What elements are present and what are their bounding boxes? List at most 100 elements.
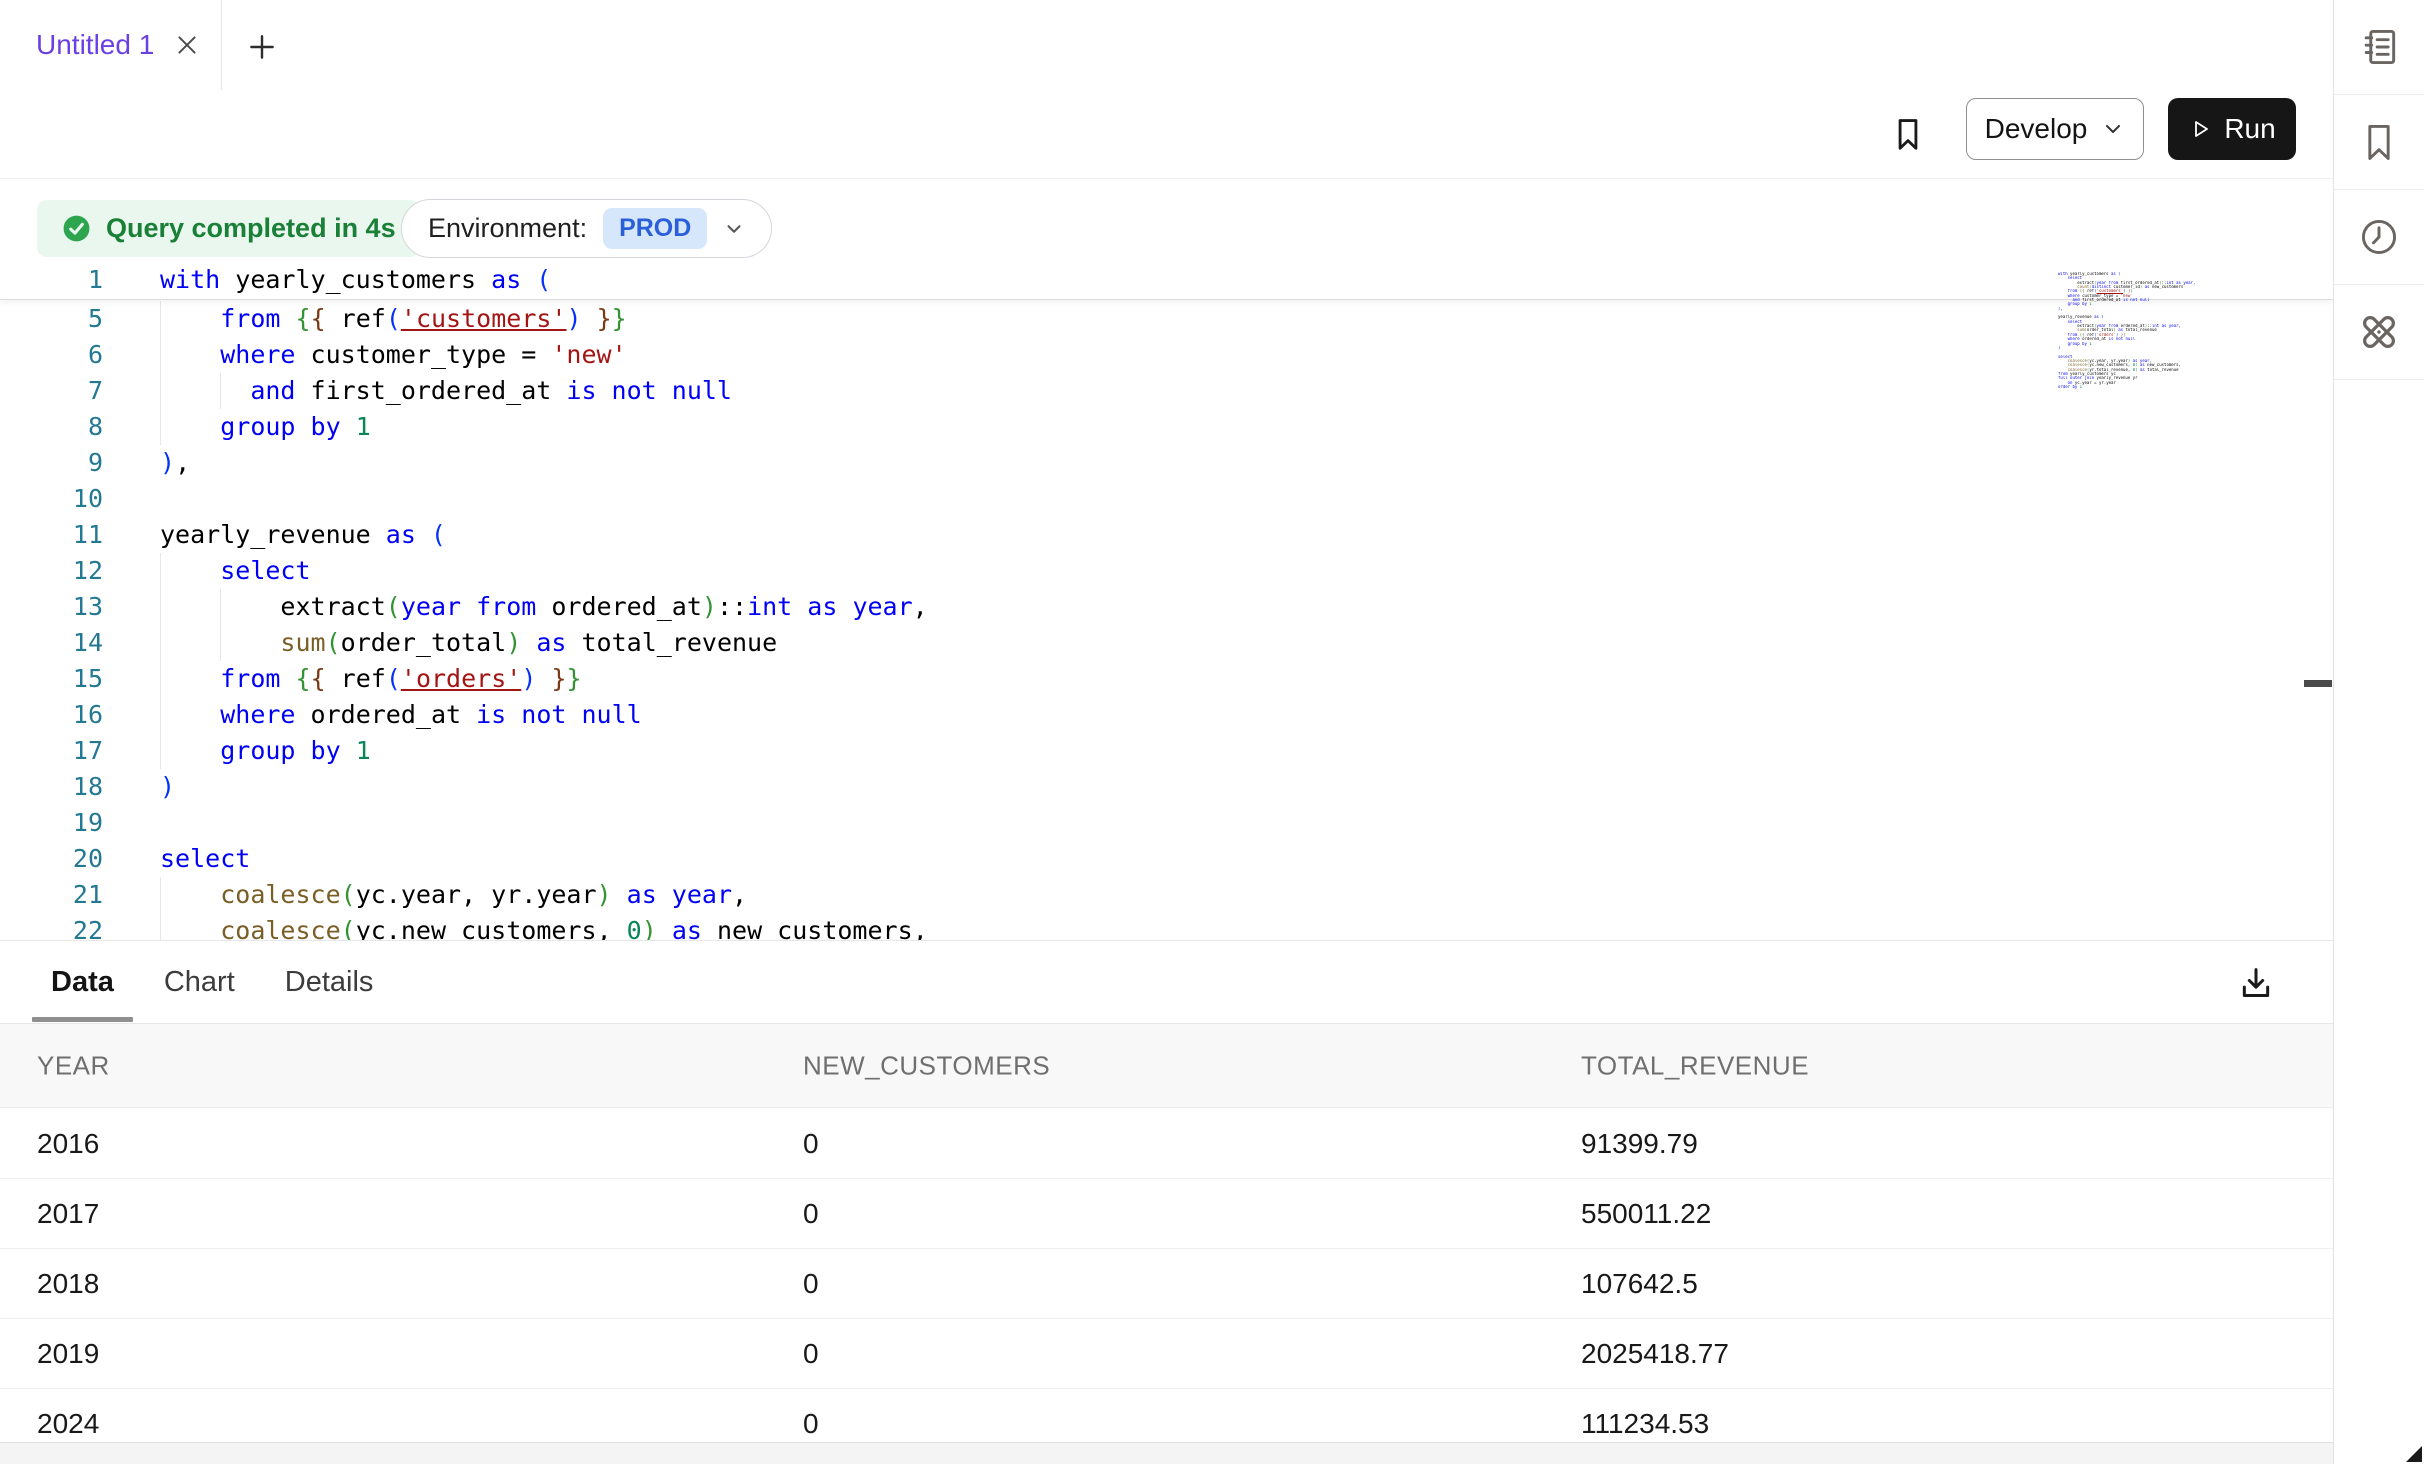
environment-label: Environment: — [428, 213, 587, 244]
line-number: 8 — [0, 409, 103, 445]
run-button[interactable]: Run — [2168, 98, 2296, 160]
line-number: 22 — [0, 913, 103, 940]
code-line[interactable]: 7 and first_ordered_at is not null — [0, 373, 2333, 409]
code-line[interactable]: 6 where customer_type = 'new' — [0, 337, 2333, 373]
table-cell: 111234.53 — [1581, 1408, 1709, 1440]
table-row: 2019 0 2025418.77 — [0, 1319, 2333, 1389]
sql-editor[interactable]: 1with yearly_customers as ( 5 from {{ re… — [0, 262, 2333, 940]
table-row: 20170550011.22 — [0, 1179, 2333, 1249]
table-cell: 550011.22 — [1581, 1198, 1711, 1230]
check-circle-icon — [61, 213, 92, 244]
new-tab-button[interactable] — [238, 23, 286, 71]
code-line[interactable]: 21 coalesce(yc.year, yr.year) as year, — [0, 877, 2333, 913]
table-cell: 107642.5 — [1581, 1268, 1698, 1300]
chevron-down-icon — [2101, 117, 2125, 141]
code-line[interactable]: 11yearly_revenue as ( — [0, 517, 2333, 553]
dbt-ide-window: Untitled 1 Develop Run Query completed i… — [0, 0, 2424, 1464]
table-row: 20240111234.53 — [0, 1389, 2333, 1442]
code-line[interactable]: 1with yearly_customers as ( — [0, 262, 2333, 298]
download-icon — [2236, 963, 2276, 1003]
editor-scrollbar-thumb[interactable] — [2304, 680, 2332, 687]
environment-selector[interactable]: Environment: PROD — [401, 199, 772, 258]
run-label: Run — [2224, 113, 2275, 145]
download-results-button[interactable] — [2230, 957, 2282, 1009]
code-line[interactable]: 12 select — [0, 553, 2333, 589]
column-header: NEW_CUSTOMERS — [803, 1050, 1050, 1081]
line-number: 20 — [0, 841, 103, 877]
sticky-line[interactable]: 1with yearly_customers as ( — [0, 262, 2333, 300]
table-header-row: YEAR NEW_CUSTOMERS TOTAL_REVENUE — [0, 1023, 2333, 1108]
results-tabs: DataChartDetails — [0, 941, 398, 1023]
close-tab-icon[interactable] — [174, 32, 200, 58]
sidebar-button-history[interactable] — [2357, 215, 2401, 259]
line-number: 5 — [0, 301, 103, 337]
table-row: 2018 0 107642.5 — [0, 1249, 2333, 1319]
results-tab-details[interactable]: Details — [260, 941, 399, 1023]
dbt-logo-icon — [2356, 309, 2402, 355]
column-header: TOTAL_REVENUE — [1581, 1050, 1809, 1081]
results-tab-chart[interactable]: Chart — [139, 941, 260, 1023]
code-line[interactable]: 19 — [0, 805, 2333, 841]
line-number: 19 — [0, 805, 103, 841]
query-status-text: Query completed in 4s — [106, 213, 396, 244]
table-cell: 2025418.77 — [1581, 1338, 1729, 1370]
table-cell: 0 — [803, 1268, 819, 1300]
sidebar-button-bookmarks[interactable] — [2357, 120, 2401, 164]
table-cell: 2016 — [37, 1128, 99, 1160]
code-line[interactable]: 17 group by 1 — [0, 733, 2333, 769]
code-line[interactable]: 16 where ordered_at is not null — [0, 697, 2333, 733]
bookmark-button[interactable] — [1884, 110, 1932, 158]
code-line[interactable]: 5 from {{ ref('customers') }} — [0, 301, 2333, 337]
right-sidebar — [2333, 0, 2424, 1464]
code-line[interactable]: 15 from {{ ref('orders') }} — [0, 661, 2333, 697]
line-number: 16 — [0, 697, 103, 733]
code-line[interactable]: 8 group by 1 — [0, 409, 2333, 445]
line-number: 13 — [0, 589, 103, 625]
code-line[interactable]: 10 — [0, 481, 2333, 517]
code-line[interactable]: 18) — [0, 769, 2333, 805]
code-line[interactable]: 9), — [0, 445, 2333, 481]
column-header: YEAR — [37, 1050, 110, 1081]
horizontal-scrollbar[interactable] — [0, 1442, 2333, 1464]
minimap-line: order by 1 — [2058, 385, 2198, 389]
develop-dropdown-button[interactable]: Develop — [1966, 98, 2144, 160]
line-number: 12 — [0, 553, 103, 589]
editor-lines[interactable]: 5 from {{ ref('customers') }}6 where cus… — [0, 301, 2333, 940]
editor-minimap[interactable]: with yearly_customers as ( select extrac… — [2058, 272, 2198, 389]
table-cell: 2019 — [37, 1338, 99, 1370]
sidebar-button-dbt[interactable] — [2356, 309, 2402, 355]
line-number: 1 — [0, 262, 103, 298]
code-line[interactable]: 20select — [0, 841, 2333, 877]
table-cell: 0 — [803, 1338, 819, 1370]
line-number: 21 — [0, 877, 103, 913]
table-body: 2016091399.7920170550011.2220180107642.5… — [0, 1109, 2333, 1442]
results-tab-data[interactable]: Data — [26, 941, 139, 1023]
code-line[interactable]: 22 coalesce(yc.new_customers, 0) as new_… — [0, 913, 2333, 940]
bookmark-icon — [1889, 115, 1927, 153]
line-number: 17 — [0, 733, 103, 769]
sidebar-button-notebook[interactable] — [2357, 25, 2401, 69]
develop-label: Develop — [1985, 113, 2088, 145]
line-number: 6 — [0, 337, 103, 373]
table-cell: 2024 — [37, 1408, 99, 1440]
resize-grip-icon[interactable] — [2406, 1446, 2422, 1462]
line-number: 10 — [0, 481, 103, 517]
tab-untitled-1[interactable]: Untitled 1 — [0, 0, 222, 90]
table-cell: 91399.79 — [1581, 1128, 1698, 1160]
query-status-badge: Query completed in 4s — [37, 200, 420, 257]
line-number: 18 — [0, 769, 103, 805]
code-line[interactable]: 13 extract(year from ordered_at)::int as… — [0, 589, 2333, 625]
code-line[interactable]: 14 sum(order_total) as total_revenue — [0, 625, 2333, 661]
environment-value-badge: PROD — [603, 208, 707, 249]
results-panel: DataChartDetails YEAR NEW_CUSTOMERS TOTAL_… — [0, 940, 2333, 1464]
line-number: 15 — [0, 661, 103, 697]
line-number: 14 — [0, 625, 103, 661]
table-cell: 2018 — [37, 1268, 99, 1300]
table-row: 2016091399.79 — [0, 1109, 2333, 1179]
line-number: 11 — [0, 517, 103, 553]
table-cell: 0 — [803, 1198, 819, 1230]
bookmark-icon — [2357, 120, 2401, 164]
line-number: 9 — [0, 445, 103, 481]
chevron-down-icon — [723, 218, 745, 240]
tab-title: Untitled 1 — [36, 29, 154, 61]
